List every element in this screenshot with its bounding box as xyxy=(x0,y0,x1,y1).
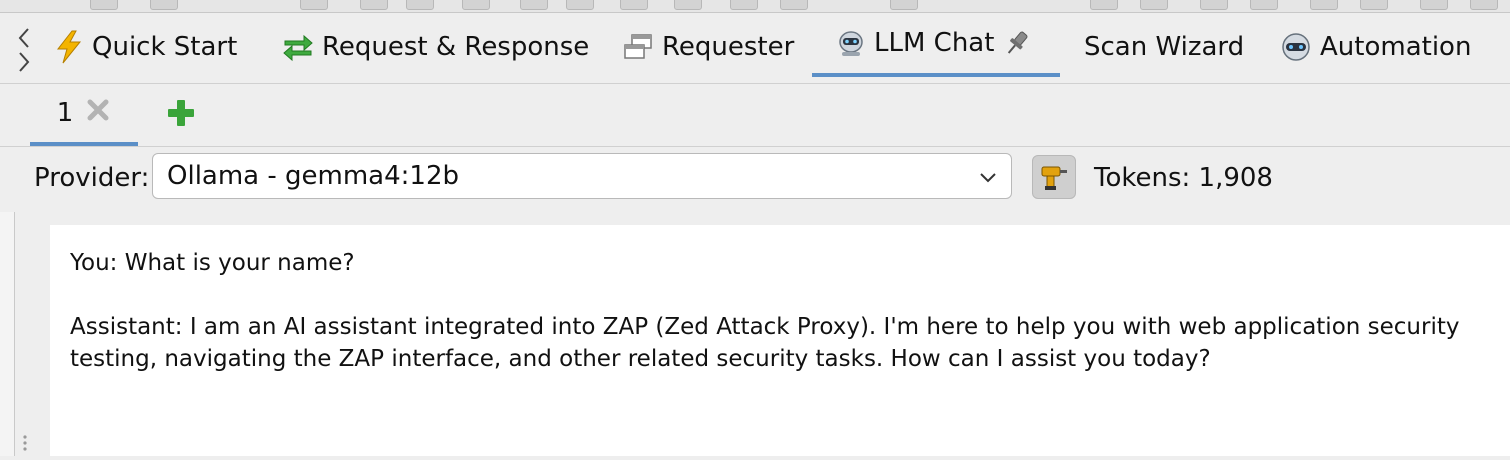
windows-icon xyxy=(622,32,654,62)
tab-label: Scan Wizard xyxy=(1084,32,1245,62)
provider-row: Provider: Ollama - gemma4:12b Tokens: 1,… xyxy=(0,147,1510,211)
chat-session-tabs: 1 xyxy=(0,84,1510,147)
session-tab-1[interactable]: 1 xyxy=(30,84,138,146)
provider-label: Provider: xyxy=(34,163,150,193)
left-side-panel xyxy=(0,212,15,456)
toolbar-button[interactable] xyxy=(360,0,388,10)
toolbar-button[interactable] xyxy=(674,0,702,10)
toolbar-button[interactable] xyxy=(1310,0,1338,10)
toolbar-button[interactable] xyxy=(1140,0,1168,10)
tab-request-response[interactable]: Request & Response xyxy=(282,13,589,81)
swap-arrows-icon xyxy=(282,32,314,62)
toolbar-button[interactable] xyxy=(1360,0,1388,10)
tab-scan-wizard[interactable]: Scan Wizard xyxy=(1084,13,1244,81)
tab-label: Quick Start xyxy=(92,32,238,62)
toolbar-button[interactable] xyxy=(406,0,434,10)
chat-history[interactable]: You: What is your name? Assistant: I am … xyxy=(50,225,1510,456)
tab-quick-start[interactable]: Quick Start xyxy=(54,13,237,81)
toolbar-button[interactable] xyxy=(150,0,178,10)
tab-label: Request & Response xyxy=(322,32,590,62)
chevron-down-icon xyxy=(977,166,999,192)
toolbar-button[interactable] xyxy=(1200,0,1228,10)
toolbar-button[interactable] xyxy=(462,0,490,10)
session-tab-label: 1 xyxy=(56,98,74,128)
tab-automation[interactable]: Automation xyxy=(1280,13,1471,81)
tab-requester[interactable]: Requester xyxy=(622,13,794,81)
toolbar-button[interactable] xyxy=(1470,0,1498,10)
toolbar-button[interactable] xyxy=(300,0,328,10)
toolbar-button[interactable] xyxy=(1090,0,1118,10)
toolbar-button[interactable] xyxy=(566,0,594,10)
provider-selected-value: Ollama - gemma4:12b xyxy=(167,161,459,191)
toolbar-button[interactable] xyxy=(520,0,548,10)
close-icon[interactable] xyxy=(85,97,111,130)
token-count: Tokens: 1,908 xyxy=(1094,163,1273,193)
robot-icon xyxy=(836,28,866,58)
tab-scroll-arrows[interactable] xyxy=(14,25,34,75)
toolbar-button[interactable] xyxy=(90,0,118,10)
toolbar-button[interactable] xyxy=(1420,0,1448,10)
toolbar-button[interactable] xyxy=(1250,0,1278,10)
toolbar-button[interactable] xyxy=(890,0,918,10)
tab-label: LLM Chat xyxy=(874,28,995,58)
plus-icon xyxy=(168,100,194,126)
toolbar-button[interactable] xyxy=(730,0,758,10)
main-tab-bar: Quick Start Request & Response Requester xyxy=(0,13,1510,84)
toolbar-button[interactable] xyxy=(780,0,808,10)
assistant-message: Assistant: I am an AI assistant integrat… xyxy=(70,314,1460,372)
configure-tools-button[interactable] xyxy=(1032,155,1076,199)
lightning-icon xyxy=(54,30,84,64)
chevron-left-right-icon[interactable] xyxy=(14,25,34,75)
tab-label: Requester xyxy=(662,32,795,62)
toolbar-button[interactable] xyxy=(620,0,648,10)
top-toolbar xyxy=(0,0,1510,13)
add-session-button[interactable] xyxy=(166,98,196,128)
drill-icon xyxy=(1041,166,1067,190)
tab-llm-chat[interactable]: LLM Chat xyxy=(812,13,1060,77)
tab-label: Automation xyxy=(1320,32,1472,62)
provider-select[interactable]: Ollama - gemma4:12b xyxy=(152,153,1012,199)
pin-icon[interactable] xyxy=(1002,28,1032,58)
splitter-grip[interactable] xyxy=(22,430,28,456)
user-message: You: What is your name? xyxy=(70,250,355,276)
robot-helmet-icon xyxy=(1280,31,1312,63)
